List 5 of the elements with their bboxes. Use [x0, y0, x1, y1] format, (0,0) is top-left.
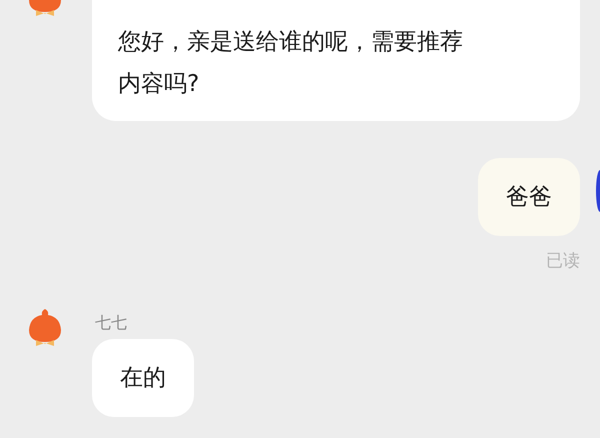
read-receipt: 已读 — [546, 250, 580, 273]
message-bubble: 在的 — [92, 339, 194, 417]
sender-name: 七七 — [95, 315, 127, 331]
message-bubble: 您好，亲是送给谁的呢，需要推荐内容吗? — [92, 0, 580, 121]
message-bubble: 爸爸 — [478, 158, 580, 236]
